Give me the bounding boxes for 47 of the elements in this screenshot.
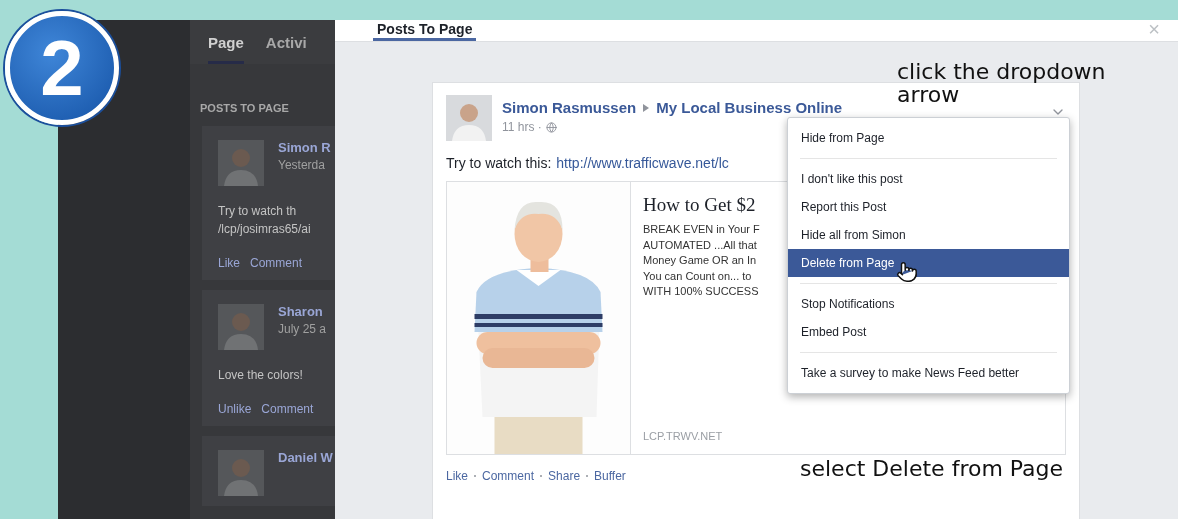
- preview-description: You can Count on... to: [643, 268, 753, 284]
- avatar: [218, 450, 264, 496]
- action-link[interactable]: Comment: [250, 256, 303, 270]
- menu-item[interactable]: Hide all from Simon: [788, 221, 1069, 249]
- post-text: /lcp/josimras65/ai: [218, 221, 312, 238]
- menu-item[interactable]: Hide from Page: [788, 124, 1069, 152]
- menu-item[interactable]: Take a survey to make News Feed better: [788, 359, 1069, 387]
- post-time: July 25 a: [278, 322, 327, 336]
- page-link[interactable]: My Local Business Online: [656, 99, 843, 116]
- post-time: Yesterda: [278, 158, 326, 172]
- action-link[interactable]: Buffer: [594, 469, 626, 483]
- author-name[interactable]: Simon R: [278, 140, 331, 155]
- avatar: [446, 95, 492, 141]
- action-link[interactable]: Comment: [261, 402, 314, 416]
- preview-domain: LCP.TRWV.NET: [643, 430, 724, 442]
- step-number: 2: [5, 11, 119, 125]
- action-link[interactable]: Like: [446, 469, 468, 483]
- globe-icon: [545, 121, 557, 133]
- action-link[interactable]: Unlike: [218, 402, 252, 416]
- menu-item[interactable]: Report this Post: [788, 193, 1069, 221]
- avatar: [218, 304, 264, 350]
- author-name[interactable]: Sharon: [278, 304, 327, 319]
- preview-description: Money Game OR an In: [643, 253, 758, 268]
- section-title: POSTS TO PAGE: [200, 102, 290, 114]
- post-link[interactable]: http://www.trafficwave.net/lc: [556, 155, 729, 171]
- page-tab[interactable]: Page: [208, 20, 244, 64]
- preview-description: BREAK EVEN in Your F: [643, 222, 760, 237]
- post-text: Try to watch th: [218, 203, 298, 220]
- avatar: [218, 140, 264, 186]
- author-name[interactable]: Daniel W: [278, 450, 333, 465]
- action-link[interactable]: Share: [548, 469, 581, 483]
- action-link[interactable]: Comment: [482, 469, 535, 483]
- author-link[interactable]: Simon Rasmussen: [502, 99, 637, 116]
- preview-title: How to Get $2: [643, 194, 757, 216]
- menu-item[interactable]: Stop Notifications: [788, 290, 1069, 318]
- hand-cursor-icon: [896, 261, 918, 283]
- post-text: Love the colors!: [218, 367, 304, 384]
- annotation-text: click the dropdown arrow: [897, 60, 1107, 107]
- post-text: Try to watch this:: [446, 155, 552, 171]
- annotation-text: select Delete from Page: [800, 457, 1065, 481]
- preview-description: WITH 100% SUCCESS: [643, 284, 760, 299]
- post-time: 11 hrs ·: [502, 120, 542, 134]
- menu-item[interactable]: Embed Post: [788, 318, 1069, 346]
- page-tab[interactable]: Activi: [265, 20, 307, 64]
- preview-description: AUTOMATED ...All that: [643, 237, 758, 253]
- action-link[interactable]: Like: [218, 256, 240, 270]
- caret-icon: [643, 103, 650, 112]
